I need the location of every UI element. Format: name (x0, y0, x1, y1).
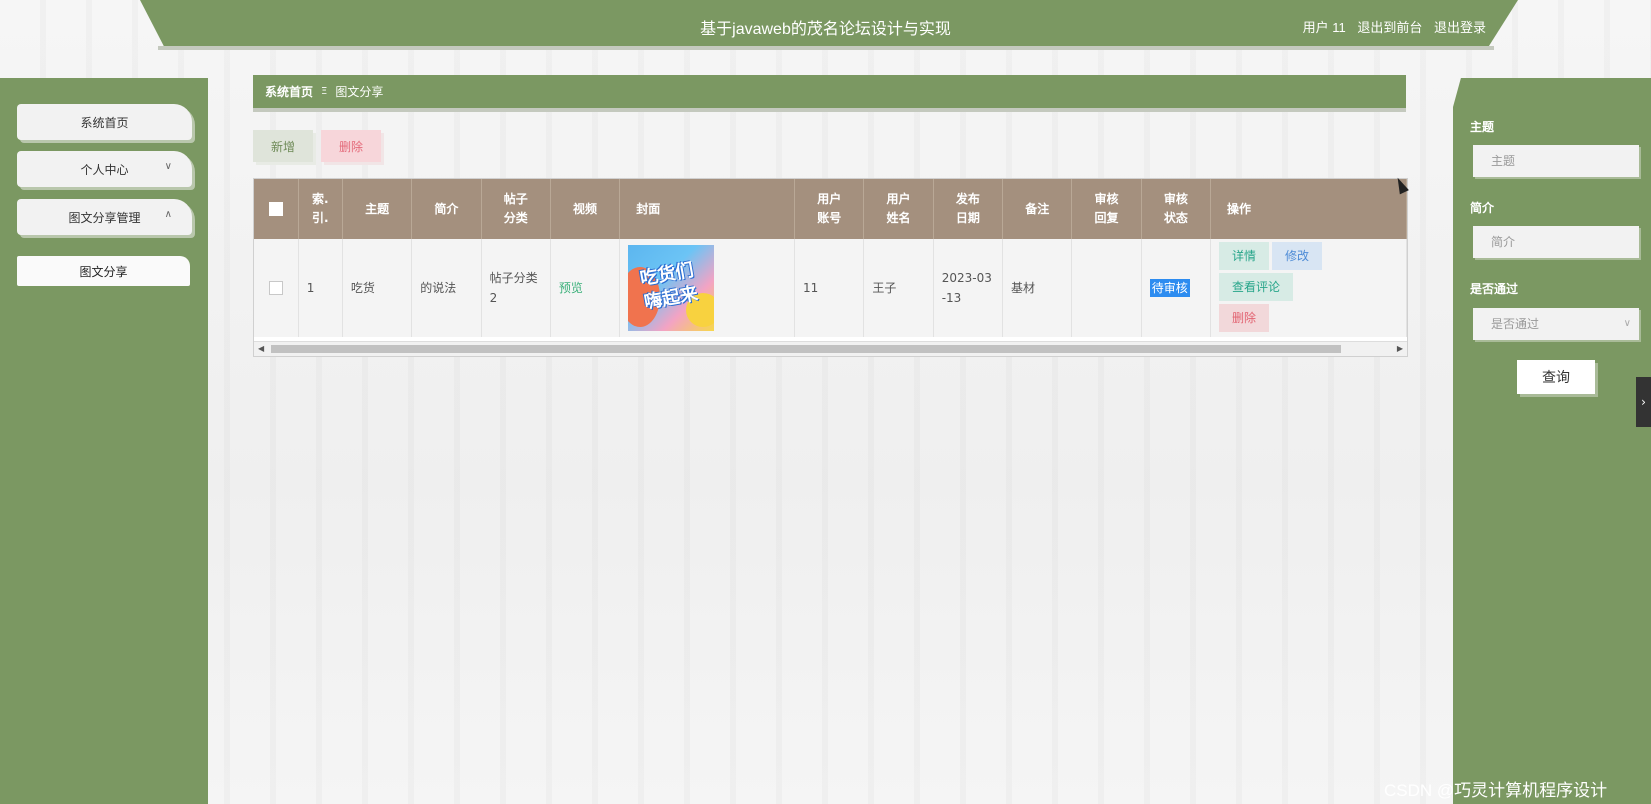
column-header-cover: 封面 (619, 179, 796, 239)
cell-account: 11 (794, 239, 865, 337)
cell-category: 帖子分类2 (481, 239, 551, 337)
intro-search-input[interactable]: 简介 (1473, 226, 1639, 258)
cell-remark: 基材 (1002, 239, 1073, 337)
sidebar-item-label: 图文分享管理 (68, 210, 141, 225)
batch-delete-button[interactable]: 删除 (321, 130, 381, 162)
column-header-reply: 审核 回复 (1071, 179, 1142, 239)
sidebar-subitem-label: 图文分享 (79, 264, 128, 279)
select-all-header[interactable] (254, 179, 299, 239)
intro-search-label: 简介 (1470, 201, 1495, 215)
header-shadow (158, 46, 1494, 50)
sidebar-item-personal-center[interactable]: 个人中心 ∨ (17, 151, 192, 187)
sidebar-item-label: 系统首页 (80, 115, 129, 130)
current-user-label: 用户 11 (1302, 20, 1346, 35)
cover-image[interactable]: 吃货们 嗨起来 (628, 245, 715, 331)
breadcrumb-shadow (253, 108, 1406, 112)
pass-filter-placeholder: 是否通过 (1491, 317, 1540, 331)
cover-caption: 吃货们 嗨起来 (638, 259, 700, 314)
sidebar-item-post-management[interactable]: 图文分享管理 ∧ (17, 199, 192, 235)
column-header-actions: 操作 (1210, 179, 1407, 239)
cell-name: 王子 (863, 239, 934, 337)
intro-search-placeholder: 简介 (1491, 235, 1516, 249)
select-all-checkbox[interactable] (268, 202, 283, 216)
search-button[interactable]: 查询 (1517, 360, 1595, 394)
column-header-intro: 简介 (411, 179, 482, 239)
cell-video: 预览 (550, 239, 621, 337)
cell-cover: 吃货们 嗨起来 (619, 239, 796, 337)
cell-actions: 详情 修改查看评论 删除 (1210, 239, 1407, 337)
breadcrumb: 系统首页 Ξ 图文分享 (253, 75, 1406, 108)
edit-button[interactable]: 修改 (1272, 241, 1323, 270)
breadcrumb-separator-icon: Ξ (321, 86, 328, 97)
column-header-index: 索. 引. (298, 179, 343, 239)
cell-reply (1071, 239, 1142, 337)
delete-button[interactable]: 删除 (1219, 303, 1270, 332)
chevron-up-icon: ∧ (164, 209, 172, 220)
table-header-row: 索. 引. 主题 简介 帖子 分类 视频 封面 用户 账号 用户 姓名 发布 日… (254, 179, 1407, 239)
sidebar-subitem-post-share[interactable]: 图文分享 (17, 256, 190, 286)
sidebar-item-label: 个人中心 (80, 162, 129, 177)
pass-filter-select[interactable]: 是否通过 ∨ (1473, 308, 1639, 340)
back-to-front-link[interactable]: 退出到前台 (1357, 20, 1422, 35)
user-bar: 用户 11 退出到前台 退出登录 (1295, 17, 1486, 36)
scroll-left-icon[interactable]: ◀ (258, 342, 264, 356)
detail-button[interactable]: 详情 (1219, 241, 1270, 270)
watermark: CSDN @巧灵计算机程序设计 (1384, 781, 1608, 800)
pass-filter-label: 是否通过 (1470, 282, 1519, 296)
column-header-remark: 备注 (1002, 179, 1073, 239)
column-header-status: 审核 状态 (1141, 179, 1212, 239)
column-header-account: 用户 账号 (794, 179, 865, 239)
cell-date: 2023-03-13 (933, 239, 1004, 337)
search-panel (1453, 78, 1651, 804)
column-header-theme: 主题 (342, 179, 413, 239)
scroll-right-icon[interactable]: ▶ (1397, 342, 1403, 356)
page-background (0, 0, 1651, 804)
breadcrumb-home[interactable]: 系统首页 (265, 83, 313, 100)
cell-index: 1 (298, 239, 343, 337)
table-row: 1 吃货 的说法 帖子分类2 预览 吃货们 嗨起来 11 王子 2023-03-… (254, 239, 1407, 337)
column-header-category: 帖子 分类 (481, 179, 551, 239)
chevron-down-icon: ∨ (1623, 318, 1631, 329)
theme-search-input[interactable]: 主题 (1473, 145, 1639, 177)
collapse-panel-icon[interactable]: › (1636, 377, 1651, 427)
scrollbar-thumb[interactable] (271, 345, 1341, 353)
horizontal-scrollbar[interactable]: ◀ ▶ (254, 341, 1407, 356)
breadcrumb-current: 图文分享 (335, 85, 384, 99)
cell-status: 待审核 (1141, 239, 1212, 337)
column-header-name: 用户 姓名 (863, 179, 934, 239)
logout-link[interactable]: 退出登录 (1434, 20, 1486, 35)
row-select-cell[interactable] (254, 239, 299, 337)
row-checkbox[interactable] (268, 281, 283, 295)
cell-intro: 的说法 (411, 239, 482, 337)
theme-search-label: 主题 (1470, 120, 1495, 134)
view-comments-button[interactable]: 查看评论 (1219, 272, 1294, 301)
video-preview-link[interactable]: 预览 (559, 281, 583, 295)
chevron-down-icon: ∨ (164, 161, 172, 172)
theme-search-placeholder: 主题 (1491, 154, 1516, 168)
add-button[interactable]: 新增 (253, 130, 313, 162)
column-header-date: 发布 日期 (933, 179, 1004, 239)
status-badge: 待审核 (1149, 279, 1190, 297)
column-header-video: 视频 (550, 179, 621, 239)
data-table: 索. 引. 主题 简介 帖子 分类 视频 封面 用户 账号 用户 姓名 发布 日… (253, 178, 1408, 357)
cell-theme: 吃货 (342, 239, 413, 337)
sidebar-item-home[interactable]: 系统首页 (17, 104, 192, 140)
